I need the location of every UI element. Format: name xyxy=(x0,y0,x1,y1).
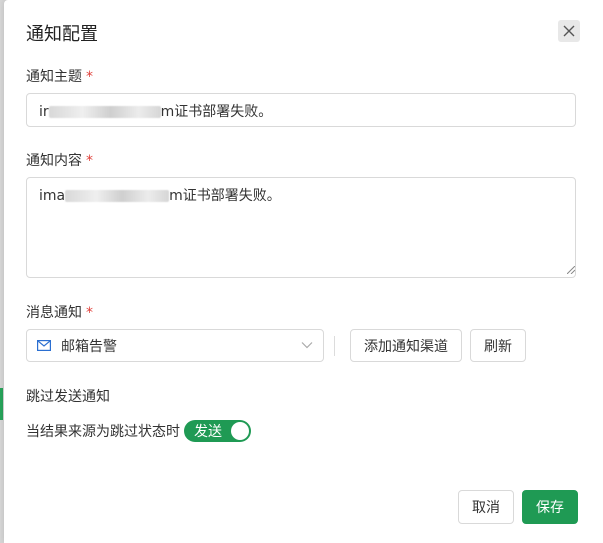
notification-config-dialog: 通知配置 通知主题 * ir m证书部署失败。 通知内容 * ima m证书部署失败。 … xyxy=(4,0,603,543)
chevron-down-icon xyxy=(301,342,313,349)
add-channel-button[interactable]: 添加通知渠道 xyxy=(350,329,462,362)
close-button[interactable] xyxy=(558,20,580,42)
close-icon xyxy=(563,25,575,37)
skip-condition-text: 当结果来源为跳过状态时 xyxy=(26,424,180,440)
required-mark: * xyxy=(86,153,93,169)
send-toggle[interactable]: 发送 xyxy=(184,420,251,442)
skip-section-label: 跳过发送通知 xyxy=(26,389,110,405)
subject-input[interactable]: ir m证书部署失败。 xyxy=(26,93,576,127)
required-mark: * xyxy=(86,69,93,85)
notify-channel-select[interactable]: 邮箱告警 xyxy=(26,329,324,362)
divider xyxy=(334,336,335,356)
skip-toggle-row: 当结果来源为跳过状态时 发送 xyxy=(26,420,251,442)
content-textarea[interactable]: ima m证书部署失败。 xyxy=(26,177,576,278)
toggle-label: 发送 xyxy=(194,424,222,440)
save-button[interactable]: 保存 xyxy=(522,490,578,524)
selected-channel: 邮箱告警 xyxy=(61,338,117,355)
content-label: 通知内容 * xyxy=(26,153,93,169)
required-mark: * xyxy=(86,305,93,321)
refresh-button[interactable]: 刷新 xyxy=(470,329,526,362)
backdrop-accent xyxy=(0,388,3,420)
message-notify-label: 消息通知 * xyxy=(26,305,93,321)
redacted-text xyxy=(65,190,170,202)
mail-icon xyxy=(37,340,51,351)
resize-handle-icon[interactable] xyxy=(567,266,575,274)
redacted-text xyxy=(48,106,161,118)
subject-label: 通知主题 * xyxy=(26,69,93,85)
toggle-knob xyxy=(231,422,249,440)
dialog-title: 通知配置 xyxy=(26,24,98,45)
cancel-button[interactable]: 取消 xyxy=(458,490,514,524)
